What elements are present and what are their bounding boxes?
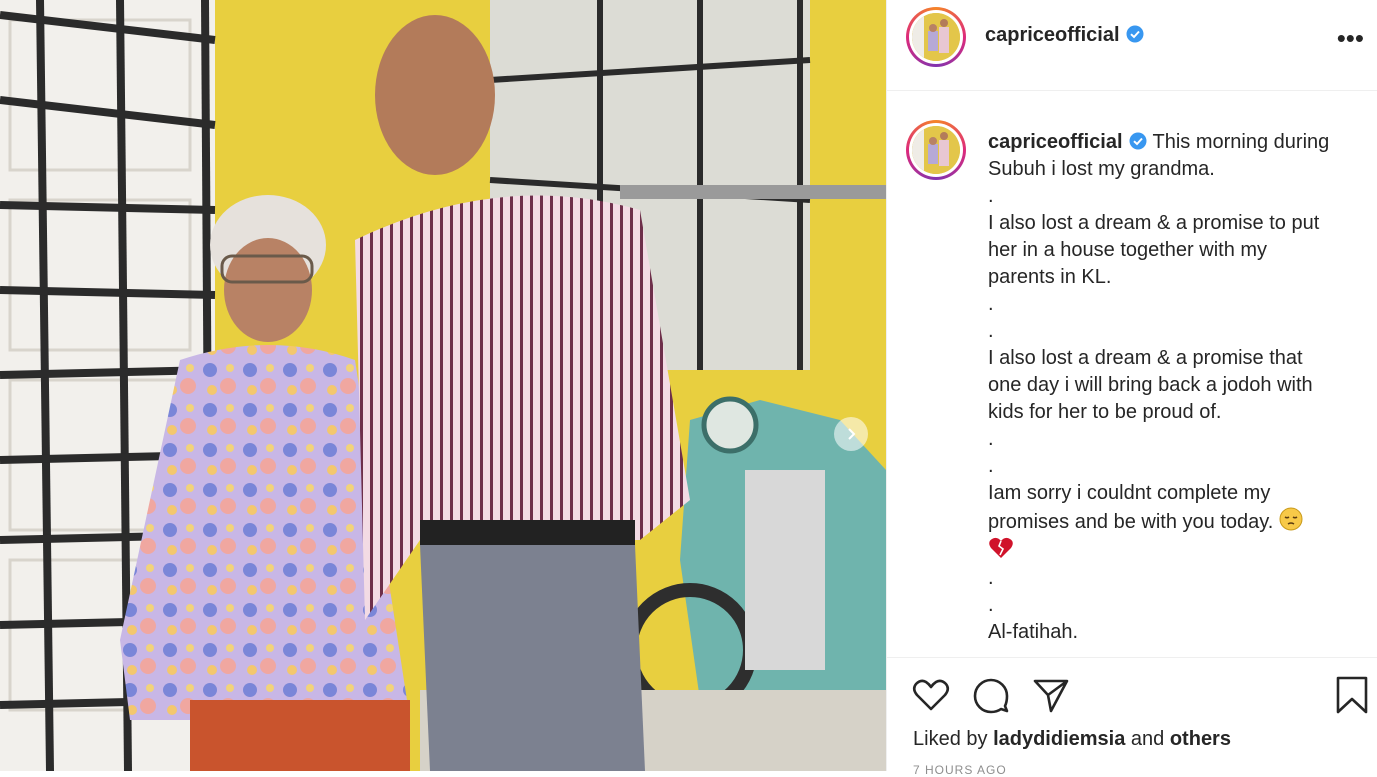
heart-icon[interactable] [911,675,951,715]
caption-text: . [988,455,994,477]
comment-icon[interactable] [971,675,1011,715]
caption-text: . [988,293,994,315]
caption-text: . [988,320,994,342]
caption-text: Iam sorry i couldnt complete my [988,482,1271,504]
more-options-button[interactable]: ••• [1337,25,1364,51]
username-link[interactable]: capriceofficial [985,24,1144,47]
caption-line-heart [988,536,1358,565]
caption-text: promises and be with you today. [988,511,1274,533]
caption-text: . [988,594,994,616]
caption-line-promises: promises and be with you today. [988,507,1358,536]
post-timestamp[interactable]: 7 HOURS AGO [913,763,1007,777]
post-photo[interactable] [0,0,886,771]
likes-others-link[interactable]: others [1170,728,1231,750]
pensive-face-emoji [1279,507,1303,531]
bookmark-icon[interactable] [1332,675,1372,715]
liker-username-link[interactable]: ladydidiemsia [993,728,1125,750]
caption-text: . [988,185,994,207]
caption-text: Al-fatihah. [988,621,1079,643]
comments-area[interactable]: capriceofficial This morning during Subuh… [887,91,1377,658]
caption-line-1: capriceofficial This morning during [988,129,1358,156]
likes-summary: Liked by ladydidiemsia and others [913,728,1231,751]
caption-text: Subuh i lost my grandma. [988,158,1215,180]
caption-text: kids for her to be proud of. [988,401,1222,423]
caption-text: her in a house together with my [988,239,1268,261]
post-side-panel: capriceofficial ••• capriceofficial This … [886,0,1377,777]
post-caption: capriceofficial This morning during Subuh… [988,129,1358,646]
likes-prefix: Liked by [913,728,988,750]
chevron-right-icon [848,428,856,440]
caption-text: one day i will bring back a jodoh with [988,374,1313,396]
caption-avatar[interactable] [906,120,966,180]
paper-plane-icon[interactable] [1031,675,1071,715]
verified-badge-icon [1126,25,1144,43]
post-image [0,0,886,771]
caption-text: I also lost a dream & a promise that [988,347,1303,369]
carousel-next-button[interactable] [834,417,868,451]
post-header: capriceofficial ••• [887,0,1377,91]
caption-text: . [988,567,994,589]
likes-and: and [1130,728,1165,750]
verified-badge-icon [1129,132,1147,150]
post-actions: Liked by ladydidiemsia and others 7 HOUR… [887,659,1377,777]
broken-heart-emoji [989,537,1013,558]
avatar[interactable] [906,7,966,67]
username-text: capriceofficial [985,24,1120,46]
caption-username[interactable]: capriceofficial [988,131,1123,153]
caption-text: parents in KL. [988,266,1112,288]
caption-text: . [988,428,994,450]
caption-text: This morning during [1152,131,1330,153]
caption-text: I also lost a dream & a promise to put [988,212,1320,234]
